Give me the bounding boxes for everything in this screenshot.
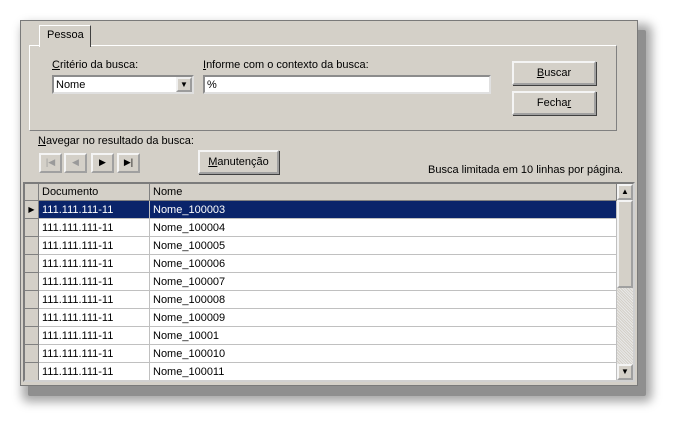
scroll-down-icon[interactable]: ▼ xyxy=(617,364,633,380)
column-header-nome[interactable]: Nome xyxy=(150,184,617,201)
contexto-label: Informe com o contexto da busca: xyxy=(203,59,369,71)
scroll-thumb[interactable] xyxy=(617,200,633,288)
row-pointer-icon[interactable]: ▶ xyxy=(25,201,39,219)
table-row[interactable]: 111.111.111-11 Nome_100009 xyxy=(25,309,617,327)
cell-documento[interactable]: 111.111.111-11 xyxy=(39,273,150,291)
contexto-value: % xyxy=(207,79,217,91)
table-row[interactable]: 111.111.111-11 Nome_100011 xyxy=(25,363,617,380)
column-header-documento[interactable]: Documento xyxy=(39,184,150,201)
buscar-button[interactable]: Buscar xyxy=(512,61,596,85)
limit-text: Busca limitada em 10 linhas por página. xyxy=(428,164,624,176)
cell-documento[interactable]: 111.111.111-11 xyxy=(39,255,150,273)
results-grid[interactable]: Documento Nome ▶ 111.111.111-11 Nome_10000… xyxy=(23,182,635,382)
row-pointer-icon[interactable] xyxy=(25,363,39,380)
cell-documento[interactable]: 111.111.111-11 xyxy=(39,219,150,237)
nav-label: Navegar no resultado da busca: xyxy=(38,135,194,147)
cell-nome[interactable]: Nome_100008 xyxy=(150,291,617,309)
table-row[interactable]: 111.111.111-11 Nome_100007 xyxy=(25,273,617,291)
row-pointer-icon[interactable] xyxy=(25,345,39,363)
contexto-input[interactable]: % xyxy=(203,75,491,94)
cell-documento[interactable]: 111.111.111-11 xyxy=(39,363,150,380)
fechar-button[interactable]: Fechar xyxy=(512,91,596,115)
scroll-up-icon[interactable]: ▲ xyxy=(617,184,633,200)
tab-pessoa[interactable]: Pessoa xyxy=(39,25,91,47)
cell-documento[interactable]: 111.111.111-11 xyxy=(39,291,150,309)
last-record-icon[interactable]: ▶| xyxy=(117,153,140,173)
cell-nome[interactable]: Nome_100003 xyxy=(150,201,617,219)
cell-nome[interactable]: Nome_100006 xyxy=(150,255,617,273)
row-pointer-icon[interactable] xyxy=(25,237,39,255)
criterio-value: Nome xyxy=(56,79,86,91)
cell-documento[interactable]: 111.111.111-11 xyxy=(39,309,150,327)
table-row[interactable]: 111.111.111-11 Nome_100004 xyxy=(25,219,617,237)
cell-nome[interactable]: Nome_100010 xyxy=(150,345,617,363)
chevron-down-icon[interactable]: ▼ xyxy=(176,77,192,92)
cell-documento[interactable]: 111.111.111-11 xyxy=(39,201,150,219)
cell-nome[interactable]: Nome_100011 xyxy=(150,363,617,380)
table-row[interactable]: 111.111.111-11 Nome_100008 xyxy=(25,291,617,309)
first-record-icon[interactable]: |◀ xyxy=(39,153,62,173)
cell-nome[interactable]: Nome_10001 xyxy=(150,327,617,345)
cell-documento[interactable]: 111.111.111-11 xyxy=(39,327,150,345)
table-row[interactable]: 111.111.111-11 Nome_100005 xyxy=(25,237,617,255)
prev-record-icon[interactable]: ◀ xyxy=(64,153,87,173)
header-indicator xyxy=(25,184,39,201)
row-pointer-icon[interactable] xyxy=(25,309,39,327)
manutencao-button[interactable]: Manutenção xyxy=(198,150,279,174)
cell-nome[interactable]: Nome_100005 xyxy=(150,237,617,255)
cell-documento[interactable]: 111.111.111-11 xyxy=(39,345,150,363)
cell-nome[interactable]: Nome_100004 xyxy=(150,219,617,237)
tab-panel: Critério da busca: Nome ▼ Informe com o … xyxy=(29,45,617,131)
cell-nome[interactable]: Nome_100009 xyxy=(150,309,617,327)
search-window: Pessoa Critério da busca: Nome ▼ Informe… xyxy=(20,20,638,386)
cell-nome[interactable]: Nome_100007 xyxy=(150,273,617,291)
row-pointer-icon[interactable] xyxy=(25,273,39,291)
criterio-label: Critério da busca: xyxy=(52,59,139,71)
row-pointer-icon[interactable] xyxy=(25,219,39,237)
cell-documento[interactable]: 111.111.111-11 xyxy=(39,237,150,255)
table-row[interactable]: ▶ 111.111.111-11 Nome_100003 xyxy=(25,201,617,219)
row-pointer-icon[interactable] xyxy=(25,327,39,345)
row-pointer-icon[interactable] xyxy=(25,255,39,273)
table-row[interactable]: 111.111.111-11 Nome_10001 xyxy=(25,327,617,345)
row-pointer-icon[interactable] xyxy=(25,291,39,309)
next-record-icon[interactable]: ▶ xyxy=(91,153,114,173)
vertical-scrollbar[interactable]: ▲ ▼ xyxy=(617,184,633,380)
table-row[interactable]: 111.111.111-11 Nome_100010 xyxy=(25,345,617,363)
criterio-select[interactable]: Nome ▼ xyxy=(52,75,194,94)
table-row[interactable]: 111.111.111-11 Nome_100006 xyxy=(25,255,617,273)
